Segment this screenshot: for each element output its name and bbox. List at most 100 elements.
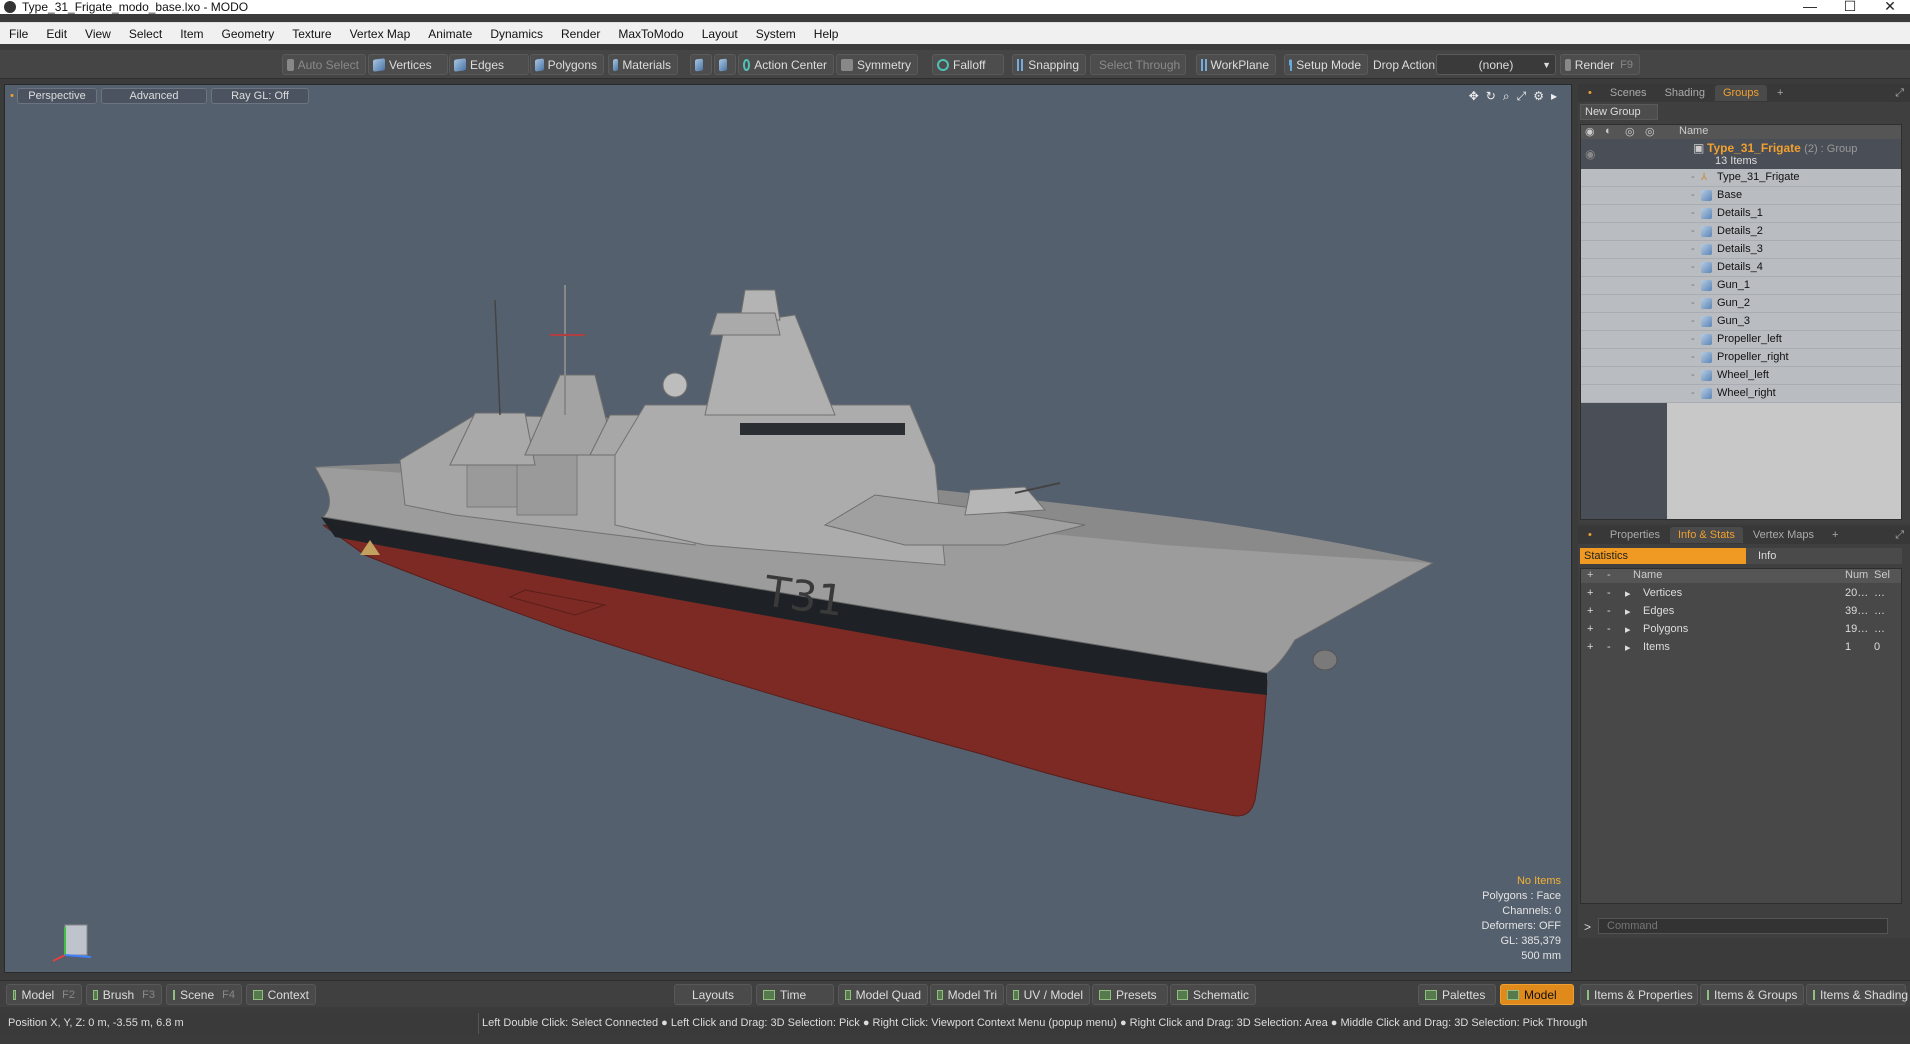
- drop-action-select[interactable]: (none) ▼: [1436, 54, 1556, 75]
- viewport-menu-icon[interactable]: •: [7, 88, 17, 104]
- close-button[interactable]: ✕: [1870, 0, 1910, 15]
- panel-menu-icon[interactable]: •: [1580, 85, 1600, 101]
- maximize-viewport-icon[interactable]: ⤢: [1517, 89, 1527, 104]
- zoom-icon[interactable]: ⌕: [1503, 89, 1510, 104]
- menu-vertex-map[interactable]: Vertex Map: [341, 27, 420, 41]
- expand-panel-icon[interactable]: ⤢: [1895, 529, 1904, 542]
- list-item[interactable]: - Details_2: [1581, 223, 1901, 241]
- scene-mode-button[interactable]: Scene F4: [166, 984, 242, 1005]
- minimize-button[interactable]: —: [1790, 0, 1830, 14]
- list-item[interactable]: - Gun_3: [1581, 313, 1901, 331]
- workplane-button[interactable]: WorkPlane: [1196, 54, 1276, 75]
- expand-arrow-icon[interactable]: ▸: [1625, 587, 1631, 600]
- name-column-header[interactable]: Name: [1633, 569, 1662, 581]
- lock-column-icon[interactable]: ◎: [1625, 125, 1635, 138]
- render-visibility-icon[interactable]: ◐: [1605, 125, 1612, 137]
- play-arrow-icon[interactable]: ▸: [1551, 89, 1557, 104]
- menu-select[interactable]: Select: [120, 27, 171, 41]
- num-column-header[interactable]: Num: [1845, 569, 1868, 581]
- tab-advanced[interactable]: Advanced: [101, 88, 207, 104]
- vertices-button[interactable]: Vertices: [368, 54, 448, 75]
- expand-arrow-icon[interactable]: ▸: [1625, 605, 1631, 618]
- menu-render[interactable]: Render: [552, 27, 609, 41]
- tab-perspective[interactable]: Perspective: [17, 88, 97, 104]
- items-properties-button[interactable]: Items & Properties: [1580, 984, 1698, 1005]
- add-tab-icon[interactable]: +: [1824, 527, 1846, 543]
- collapse-all-icon[interactable]: -: [1607, 569, 1611, 581]
- tab-shading[interactable]: Shading: [1657, 85, 1713, 101]
- select-through-button[interactable]: Select Through: [1090, 54, 1186, 75]
- tab-statistics[interactable]: Statistics: [1580, 548, 1746, 564]
- tab-vertex-maps[interactable]: Vertex Maps: [1745, 527, 1822, 543]
- model-tri-button[interactable]: Model Tri: [930, 984, 1004, 1005]
- frigate-model[interactable]: T31: [5, 85, 1572, 973]
- menu-item[interactable]: Item: [171, 27, 212, 41]
- edges-button[interactable]: Edges: [449, 54, 529, 75]
- table-row[interactable]: + - ▸ Items 1 0: [1581, 639, 1901, 657]
- presets-button[interactable]: Presets: [1092, 984, 1168, 1005]
- name-column-header[interactable]: Name: [1679, 125, 1708, 137]
- model-quad-button[interactable]: Model Quad: [838, 984, 928, 1005]
- command-input[interactable]: [1598, 918, 1888, 934]
- list-item[interactable]: - Wheel_right: [1581, 385, 1901, 403]
- menu-help[interactable]: Help: [805, 27, 848, 41]
- list-item[interactable]: - Base: [1581, 187, 1901, 205]
- expand-arrow-icon[interactable]: ▸: [1625, 641, 1631, 654]
- materials-button[interactable]: Materials: [608, 54, 678, 75]
- pan-icon[interactable]: ✥: [1469, 89, 1479, 104]
- palettes-button[interactable]: Palettes: [1418, 984, 1496, 1005]
- snapping-button[interactable]: Snapping: [1012, 54, 1086, 75]
- maximize-button[interactable]: ☐: [1830, 0, 1870, 15]
- list-item[interactable]: - Gun_2: [1581, 295, 1901, 313]
- pivot-select-button[interactable]: [714, 54, 736, 75]
- expand-all-icon[interactable]: +: [1587, 569, 1593, 581]
- list-item[interactable]: - Gun_1: [1581, 277, 1901, 295]
- table-row[interactable]: + - ▸ Edges 39……: [1581, 603, 1901, 621]
- polygons-button[interactable]: Polygons: [530, 54, 604, 75]
- menu-edit[interactable]: Edit: [37, 27, 76, 41]
- tab-scenes[interactable]: Scenes: [1602, 85, 1655, 101]
- symmetry-button[interactable]: Symmetry: [836, 54, 918, 75]
- add-tab-icon[interactable]: +: [1769, 85, 1791, 101]
- tab-info-stats[interactable]: Info & Stats: [1670, 527, 1743, 543]
- table-row[interactable]: + - ▸ Vertices 20……: [1581, 585, 1901, 603]
- group-eye-icon[interactable]: ◉: [1585, 147, 1595, 161]
- menu-dynamics[interactable]: Dynamics: [481, 27, 552, 41]
- schematic-button[interactable]: Schematic: [1170, 984, 1256, 1005]
- list-item[interactable]: - Propeller_right: [1581, 349, 1901, 367]
- model-layout-button[interactable]: Model: [1500, 984, 1574, 1005]
- list-item[interactable]: - Propeller_left: [1581, 331, 1901, 349]
- items-groups-button[interactable]: Items & Groups: [1700, 984, 1804, 1005]
- gear-icon[interactable]: ⚙: [1533, 89, 1544, 104]
- expand-arrow-icon[interactable]: ▸: [1625, 623, 1631, 636]
- menu-geometry[interactable]: Geometry: [213, 27, 284, 41]
- element-select-button[interactable]: [690, 54, 712, 75]
- tab-properties[interactable]: Properties: [1602, 527, 1668, 543]
- select-column-icon[interactable]: ◎: [1645, 125, 1655, 138]
- new-group-button[interactable]: New Group: [1580, 104, 1658, 120]
- context-button[interactable]: Context: [246, 984, 316, 1005]
- tab-groups[interactable]: Groups: [1714, 85, 1768, 101]
- expand-panel-icon[interactable]: ⤢: [1895, 87, 1904, 100]
- menu-maxtomodo[interactable]: MaxToModo: [609, 27, 692, 41]
- tab-info[interactable]: Info: [1746, 548, 1902, 564]
- layouts-button[interactable]: Layouts: [674, 984, 752, 1005]
- rotate-icon[interactable]: ↻: [1486, 89, 1496, 104]
- list-item[interactable]: - Details_3: [1581, 241, 1901, 259]
- tab-ray-gl[interactable]: Ray GL: Off: [211, 88, 309, 104]
- render-button[interactable]: Render F9: [1560, 54, 1640, 75]
- menu-animate[interactable]: Animate: [419, 27, 481, 41]
- setup-mode-button[interactable]: Setup Mode: [1284, 54, 1368, 75]
- menu-texture[interactable]: Texture: [283, 27, 340, 41]
- panel-menu-icon[interactable]: •: [1580, 527, 1600, 543]
- list-item[interactable]: - Wheel_left: [1581, 367, 1901, 385]
- visibility-eye-icon[interactable]: ◉: [1585, 125, 1595, 138]
- model-mode-button[interactable]: Model F2: [6, 984, 82, 1005]
- brush-mode-button[interactable]: Brush F3: [86, 984, 162, 1005]
- falloff-button[interactable]: Falloff: [932, 54, 1004, 75]
- list-item[interactable]: - Details_4: [1581, 259, 1901, 277]
- menu-view[interactable]: View: [76, 27, 120, 41]
- list-item[interactable]: - ⅄ Type_31_Frigate: [1581, 169, 1901, 187]
- time-button[interactable]: Time: [756, 984, 834, 1005]
- sel-column-header[interactable]: Sel: [1874, 569, 1890, 581]
